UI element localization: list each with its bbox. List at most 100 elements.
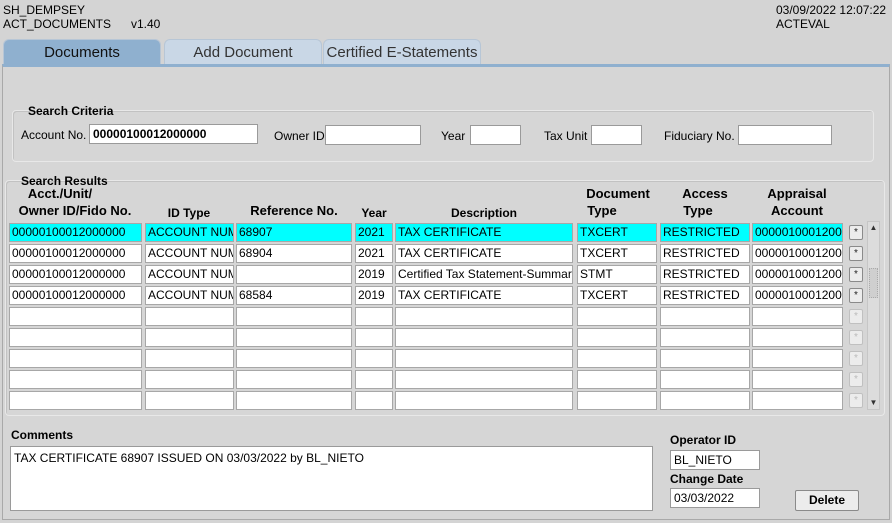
row-detail-button[interactable]: * — [849, 267, 863, 282]
delete-button[interactable]: Delete — [795, 490, 859, 511]
cell-acct[interactable] — [9, 307, 142, 326]
results-scrollbar[interactable]: ▲ ▼ — [867, 221, 880, 410]
row-detail-button[interactable]: * — [849, 372, 863, 387]
cell-appraisal[interactable]: 00000100012000000 — [752, 286, 843, 305]
cell-reference[interactable]: 68904 — [236, 244, 352, 263]
cell-access[interactable] — [660, 349, 750, 368]
row-detail-button[interactable]: * — [849, 330, 863, 345]
cell-doctype[interactable]: STMT — [577, 265, 657, 284]
cell-acct[interactable] — [9, 391, 142, 410]
tax-unit-input[interactable] — [591, 125, 642, 145]
scroll-down-icon[interactable]: ▼ — [868, 397, 879, 409]
year-input[interactable] — [470, 125, 521, 145]
row-detail-button[interactable]: * — [849, 351, 863, 366]
cell-idtype[interactable] — [145, 370, 234, 389]
cell-access[interactable] — [660, 328, 750, 347]
cell-access[interactable]: RESTRICTED — [660, 265, 750, 284]
col-acct-line2: Owner ID/Fido No. — [18, 203, 132, 218]
cell-year[interactable]: 2019 — [355, 286, 393, 305]
cell-appraisal[interactable] — [752, 328, 843, 347]
cell-doctype[interactable]: TXCERT — [577, 223, 657, 242]
cell-description[interactable]: TAX CERTIFICATE — [395, 244, 573, 263]
cell-reference[interactable] — [236, 370, 352, 389]
cell-doctype[interactable] — [577, 307, 657, 326]
cell-year[interactable] — [355, 370, 393, 389]
account-no-input[interactable]: 00000100012000000 — [89, 124, 258, 144]
change-date-field[interactable]: 03/03/2022 — [670, 488, 760, 508]
cell-description[interactable]: Certified Tax Statement-Summary — [395, 265, 573, 284]
owner-id-input[interactable] — [325, 125, 421, 145]
row-detail-button[interactable]: * — [849, 309, 863, 324]
cell-idtype[interactable]: ACCOUNT NUM — [145, 223, 234, 242]
cell-description[interactable] — [395, 349, 573, 368]
cell-access[interactable]: RESTRICTED — [660, 286, 750, 305]
cell-acct[interactable]: 00000100012000000 — [9, 286, 142, 305]
row-detail-button[interactable]: * — [849, 225, 863, 240]
cell-appraisal[interactable] — [752, 391, 843, 410]
cell-reference[interactable] — [236, 307, 352, 326]
cell-year[interactable] — [355, 349, 393, 368]
row-detail-button[interactable]: * — [849, 393, 863, 408]
scroll-thumb[interactable] — [869, 268, 878, 298]
cell-description[interactable] — [395, 328, 573, 347]
cell-description[interactable] — [395, 307, 573, 326]
col-access-line1: Access — [682, 186, 728, 201]
cell-appraisal[interactable]: 00000100012000000 — [752, 265, 843, 284]
cell-appraisal[interactable] — [752, 370, 843, 389]
cell-acct[interactable]: 00000100012000000 — [9, 223, 142, 242]
cell-doctype[interactable] — [577, 370, 657, 389]
cell-year[interactable]: 2019 — [355, 265, 393, 284]
cell-reference[interactable] — [236, 328, 352, 347]
cell-appraisal[interactable]: 00000100012000000 — [752, 223, 843, 242]
cell-idtype[interactable]: ACCOUNT NUM — [145, 244, 234, 263]
cell-reference[interactable] — [236, 391, 352, 410]
tab-add-document[interactable]: Add Document — [164, 39, 322, 65]
cell-idtype[interactable]: ACCOUNT NUM — [145, 265, 234, 284]
fiduciary-no-input[interactable] — [738, 125, 832, 145]
cell-acct[interactable] — [9, 370, 142, 389]
cell-appraisal[interactable] — [752, 349, 843, 368]
cell-acct[interactable] — [9, 328, 142, 347]
cell-doctype[interactable]: TXCERT — [577, 244, 657, 263]
cell-access[interactable] — [660, 370, 750, 389]
scroll-up-icon[interactable]: ▲ — [868, 222, 879, 234]
cell-access[interactable]: RESTRICTED — [660, 244, 750, 263]
cell-reference[interactable] — [236, 349, 352, 368]
cell-reference[interactable]: 68907 — [236, 223, 352, 242]
comments-field[interactable]: TAX CERTIFICATE 68907 ISSUED ON 03/03/20… — [10, 446, 653, 511]
cell-access[interactable]: RESTRICTED — [660, 223, 750, 242]
cell-acct[interactable]: 00000100012000000 — [9, 244, 142, 263]
cell-year[interactable]: 2021 — [355, 223, 393, 242]
cell-idtype[interactable] — [145, 349, 234, 368]
cell-doctype[interactable] — [577, 349, 657, 368]
comments-label: Comments — [11, 428, 74, 442]
cell-description[interactable] — [395, 370, 573, 389]
cell-idtype[interactable]: ACCOUNT NUM — [145, 286, 234, 305]
cell-idtype[interactable] — [145, 328, 234, 347]
cell-appraisal[interactable] — [752, 307, 843, 326]
cell-description[interactable]: TAX CERTIFICATE — [395, 286, 573, 305]
cell-idtype[interactable] — [145, 307, 234, 326]
tab-certified-e-statements[interactable]: Certified E-Statements — [323, 39, 481, 65]
cell-doctype[interactable] — [577, 328, 657, 347]
cell-acct[interactable]: 00000100012000000 — [9, 265, 142, 284]
operator-id-field[interactable]: BL_NIETO — [670, 450, 760, 470]
cell-access[interactable] — [660, 307, 750, 326]
cell-year[interactable]: 2021 — [355, 244, 393, 263]
row-detail-button[interactable]: * — [849, 246, 863, 261]
cell-reference[interactable] — [236, 265, 352, 284]
cell-acct[interactable] — [9, 349, 142, 368]
cell-doctype[interactable]: TXCERT — [577, 286, 657, 305]
cell-idtype[interactable] — [145, 391, 234, 410]
row-detail-button[interactable]: * — [849, 288, 863, 303]
cell-doctype[interactable] — [577, 391, 657, 410]
tab-documents[interactable]: Documents — [3, 39, 161, 65]
cell-appraisal[interactable]: 00000100012000000 — [752, 244, 843, 263]
cell-description[interactable]: TAX CERTIFICATE — [395, 223, 573, 242]
cell-year[interactable] — [355, 328, 393, 347]
cell-reference[interactable]: 68584 — [236, 286, 352, 305]
cell-year[interactable] — [355, 391, 393, 410]
cell-year[interactable] — [355, 307, 393, 326]
cell-access[interactable] — [660, 391, 750, 410]
cell-description[interactable] — [395, 391, 573, 410]
